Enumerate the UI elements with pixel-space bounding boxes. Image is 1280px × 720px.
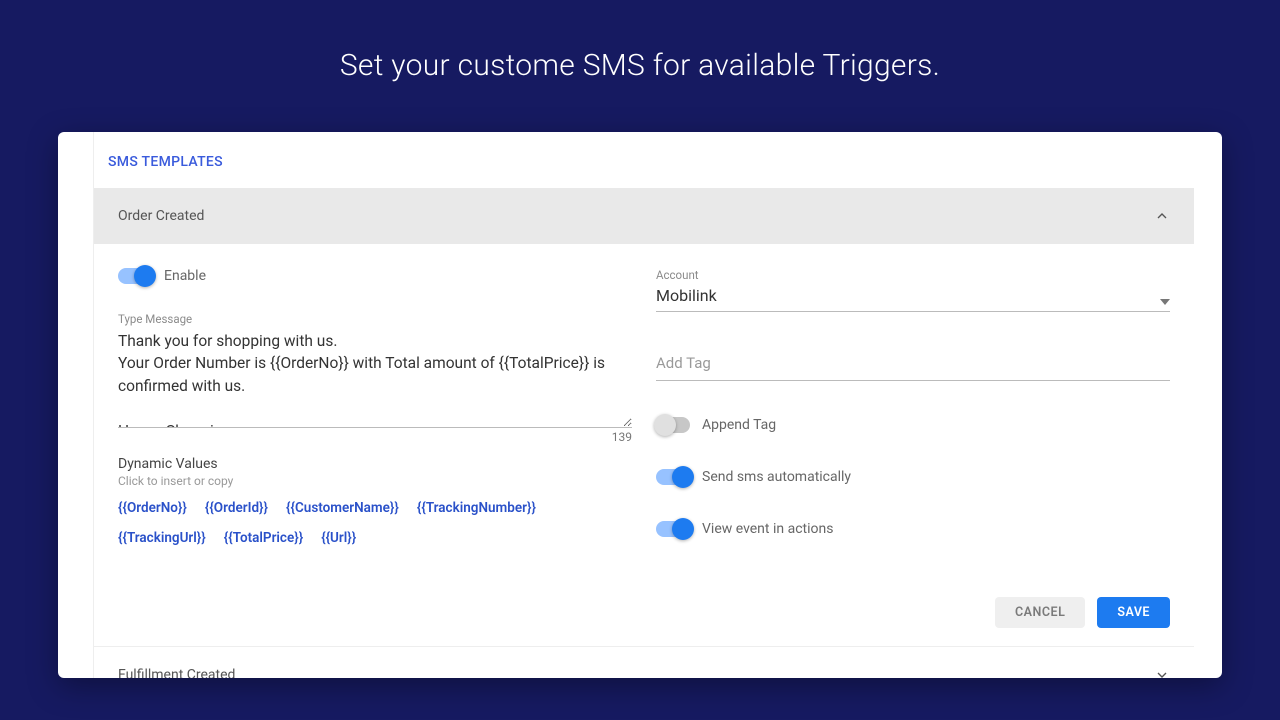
caret-down-icon	[1160, 292, 1170, 302]
message-textarea[interactable]	[118, 328, 632, 428]
accordion-title: Order Created	[118, 208, 204, 224]
accordion-header-order-created[interactable]: Order Created	[94, 188, 1194, 244]
chip-customer-name[interactable]: {{CustomerName}}	[286, 500, 399, 516]
section-title: SMS TEMPLATES	[94, 132, 1194, 188]
append-tag-label: Append Tag	[702, 417, 776, 433]
templates-card: SMS TEMPLATES Order Created Enable Type …	[58, 132, 1222, 678]
chip-tracking-url[interactable]: {{TrackingUrl}}	[118, 530, 206, 546]
accordion-header-fulfillment-created[interactable]: Fulfillment Created	[94, 646, 1194, 678]
right-gutter	[1194, 132, 1222, 678]
append-tag-toggle[interactable]	[656, 417, 690, 433]
account-select[interactable]: Mobilink	[656, 284, 1170, 312]
chevron-up-icon	[1154, 208, 1170, 224]
enable-toggle-row: Enable	[118, 268, 632, 284]
card-content: SMS TEMPLATES Order Created Enable Type …	[94, 132, 1194, 678]
view-events-toggle[interactable]	[656, 521, 690, 537]
accordion-title-collapsed: Fulfillment Created	[118, 667, 235, 678]
chip-order-no[interactable]: {{OrderNo}}	[118, 500, 187, 516]
template-panel: Enable Type Message 139 Dynamic Values C…	[94, 244, 1194, 597]
chip-order-id[interactable]: {{OrderId}}	[205, 500, 268, 516]
add-tag-input[interactable]	[656, 344, 1170, 381]
char-count: 139	[118, 430, 632, 444]
enable-toggle-label: Enable	[164, 268, 206, 284]
right-column: Account Mobilink Append Tag Send sms aut…	[656, 268, 1170, 573]
send-auto-row: Send sms automatically	[656, 469, 1170, 485]
save-button[interactable]: Save	[1097, 597, 1170, 628]
chevron-down-icon	[1154, 667, 1170, 678]
send-auto-toggle[interactable]	[656, 469, 690, 485]
dynamic-values-title: Dynamic Values	[118, 456, 632, 472]
cancel-button[interactable]: Cancel	[995, 597, 1085, 628]
page-heading: Set your custome SMS for available Trigg…	[0, 0, 1280, 83]
view-events-row: View event in actions	[656, 521, 1170, 537]
append-tag-row: Append Tag	[656, 417, 1170, 433]
account-label: Account	[656, 268, 1170, 282]
chip-tracking-number[interactable]: {{TrackingNumber}}	[417, 500, 536, 516]
dynamic-values-list: {{OrderNo}} {{OrderId}} {{CustomerName}}…	[118, 500, 632, 546]
send-auto-label: Send sms automatically	[702, 469, 851, 485]
account-value: Mobilink	[656, 286, 1170, 305]
enable-toggle[interactable]	[118, 268, 152, 284]
left-column: Enable Type Message 139 Dynamic Values C…	[118, 268, 632, 573]
left-gutter	[58, 132, 94, 678]
actions-row: Cancel Save	[94, 597, 1194, 646]
message-label: Type Message	[118, 312, 632, 326]
dynamic-values-subtitle: Click to insert or copy	[118, 474, 632, 488]
view-events-label: View event in actions	[702, 521, 833, 537]
chip-url[interactable]: {{Url}}	[321, 530, 356, 546]
chip-total-price[interactable]: {{TotalPrice}}	[224, 530, 303, 546]
